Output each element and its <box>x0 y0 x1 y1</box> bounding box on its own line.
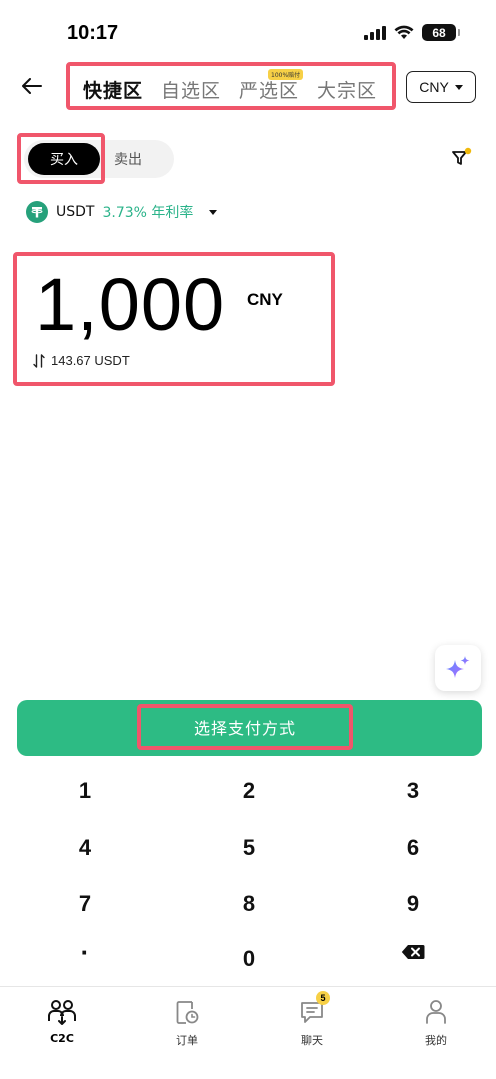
numeric-keypad: 1 2 3 4 5 6 7 8 9 · 0 <box>0 762 496 986</box>
swap-vertical-icon <box>33 353 45 368</box>
caret-down-icon <box>454 84 463 90</box>
nav-label-profile: 我的 <box>425 1034 447 1047</box>
key-decimal[interactable]: · <box>25 929 145 975</box>
amount-unit: CNY <box>247 290 283 309</box>
zone-tabs: 快捷区 自选区 100%赔付 严选区 大宗区 <box>66 62 396 110</box>
tab-quick-zone[interactable]: 快捷区 <box>83 76 143 103</box>
nav-label-c2c: C2C <box>50 1032 74 1045</box>
key-4[interactable]: 4 <box>25 825 145 871</box>
usdt-icon <box>26 201 48 223</box>
wifi-icon <box>394 25 414 39</box>
tab-bulk-zone[interactable]: 大宗区 <box>317 76 377 103</box>
key-7[interactable]: 7 <box>25 881 145 927</box>
sparkle-icon <box>446 656 470 678</box>
converted-amount[interactable]: 143.67 USDT <box>33 353 130 368</box>
key-2[interactable]: 2 <box>189 768 309 814</box>
key-5[interactable]: 5 <box>189 825 309 871</box>
key-8[interactable]: 8 <box>189 881 309 927</box>
asset-rate: 3.73% 年利率 <box>102 205 194 221</box>
nav-item-chat[interactable]: 5 聊天 <box>262 991 362 1053</box>
key-delete[interactable] <box>353 929 473 975</box>
filter-button[interactable] <box>450 147 472 169</box>
currency-selector[interactable]: CNY <box>406 71 476 103</box>
nav-item-c2c[interactable]: C2C <box>12 993 112 1053</box>
nav-label-chat: 聊天 <box>301 1034 323 1047</box>
asset-name: USDT <box>56 204 95 220</box>
signal-icon <box>364 25 386 40</box>
ai-assistant-button[interactable] <box>435 645 481 691</box>
amount-value: 1,000 <box>35 263 226 346</box>
key-3[interactable]: 3 <box>353 768 473 814</box>
chat-unread-badge: 5 <box>316 991 330 1005</box>
battery-indicator: 68 <box>422 24 460 41</box>
key-9[interactable]: 9 <box>353 881 473 927</box>
backspace-icon <box>401 945 425 959</box>
caret-down-icon <box>209 209 218 215</box>
status-time: 10:17 <box>67 22 119 44</box>
key-6[interactable]: 6 <box>353 825 473 871</box>
currency-label: CNY <box>419 79 449 95</box>
back-button[interactable] <box>18 72 46 100</box>
asset-selector[interactable]: USDT 3.73% 年利率 <box>26 200 218 224</box>
key-1[interactable]: 1 <box>25 768 145 814</box>
users-icon <box>47 997 77 1027</box>
bottom-navigation: C2C 订单 5 聊天 我的 <box>0 986 496 1079</box>
status-bar: 10:17 68 <box>0 0 496 62</box>
buy-highlight-frame <box>17 133 105 184</box>
key-0[interactable]: 0 <box>189 936 309 982</box>
select-payment-button[interactable]: 选择支付方式 <box>17 700 482 756</box>
filter-icon <box>452 147 472 165</box>
order-clock-icon <box>172 997 202 1027</box>
payment-button-label: 选择支付方式 <box>137 704 353 750</box>
top-bar: 快捷区 自选区 100%赔付 严选区 大宗区 CNY <box>0 60 496 114</box>
tab-selected-zone[interactable]: 严选区 <box>239 76 299 103</box>
tab-custom-zone[interactable]: 自选区 <box>161 76 221 103</box>
amount-display: 1,000 CNY 143.67 USDT <box>13 252 335 386</box>
status-icons: 68 <box>364 24 460 41</box>
back-arrow-icon <box>22 78 42 94</box>
sell-toggle[interactable]: 卖出 <box>114 149 142 169</box>
nav-label-orders: 订单 <box>176 1034 198 1047</box>
nav-item-profile[interactable]: 我的 <box>386 993 486 1053</box>
chat-icon: 5 <box>297 991 330 1027</box>
nav-item-orders[interactable]: 订单 <box>137 993 237 1053</box>
profile-icon <box>421 997 451 1027</box>
converted-amount-label: 143.67 USDT <box>51 353 130 368</box>
